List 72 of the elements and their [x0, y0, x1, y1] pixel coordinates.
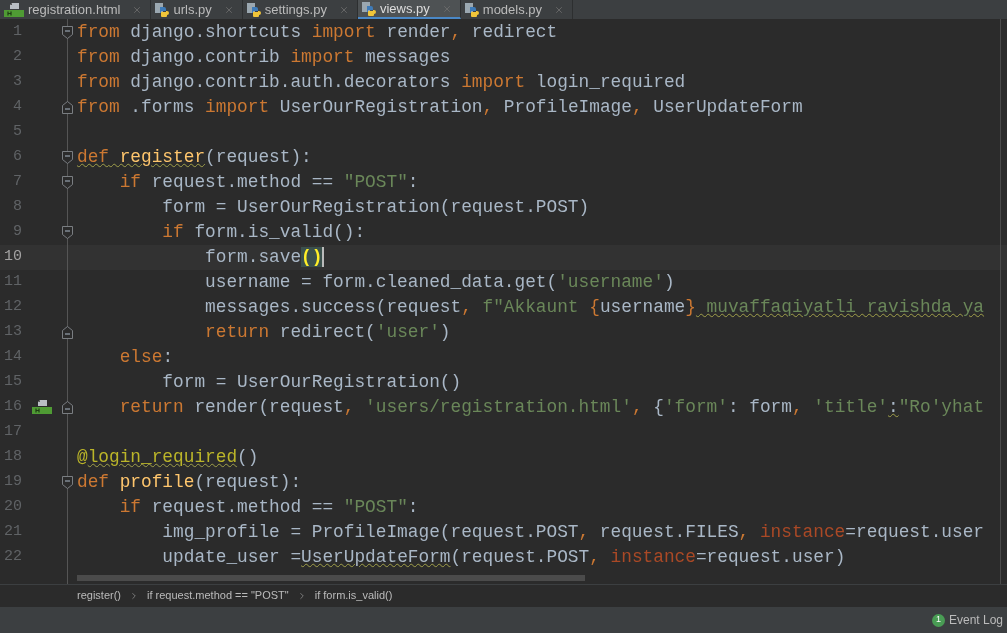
line-number: 13	[3, 321, 22, 342]
html-file-icon	[4, 2, 24, 17]
editor-tab[interactable]: urls.py	[151, 0, 243, 19]
fold-marker-icon[interactable]	[62, 25, 73, 39]
line-number: 3	[12, 71, 22, 92]
fold-marker-icon[interactable]	[62, 100, 73, 114]
python-file-icon	[361, 1, 376, 16]
code-line: @login_required()	[77, 445, 259, 469]
line-number: 10	[3, 246, 22, 267]
code-line: def register(request):	[77, 145, 312, 169]
code-line: update_user =UserUpdateForm(request.POST, instance=request.user)	[161, 545, 846, 569]
notification-count: 1	[931, 613, 945, 627]
line-number: 5	[12, 121, 22, 142]
code-line: else:	[118, 345, 174, 369]
line-number: 11	[3, 271, 22, 292]
close-icon[interactable]	[338, 4, 349, 15]
line-number: 20	[3, 496, 22, 517]
editor-tab[interactable]: views.py	[357, 0, 461, 19]
line-number: 22	[3, 546, 22, 567]
line-number: 1	[12, 21, 22, 42]
code-line: if request.method == "POST":	[118, 495, 419, 519]
line-number: 14	[3, 346, 22, 367]
line-number: 7	[12, 171, 22, 192]
code-line: messages.success(request, f"Akkaunt {username} muvaffaqiyatli ravishda ya	[204, 295, 985, 319]
python-file-icon	[464, 2, 479, 17]
event-log-button[interactable]: 1 Event Log	[931, 611, 1003, 629]
line-number: 12	[3, 296, 22, 317]
code-line: if request.method == "POST":	[118, 170, 419, 194]
code-line: form = UserOurRegistration(request.POST)	[161, 195, 590, 219]
fold-marker-icon[interactable]	[62, 475, 73, 489]
close-icon[interactable]	[554, 4, 565, 15]
fold-marker-icon[interactable]	[62, 150, 73, 164]
code-line: from .forms import UserOurRegistration, ProfileImage, UserUpdateForm	[77, 95, 803, 119]
close-icon[interactable]	[223, 4, 234, 15]
line-number: 16	[3, 396, 22, 417]
close-icon[interactable]	[132, 4, 143, 15]
line-number: 21	[3, 521, 22, 542]
fold-marker-icon[interactable]	[62, 325, 73, 339]
line-number: 8	[12, 196, 22, 217]
python-file-icon	[155, 2, 170, 17]
breadcrumb[interactable]: if request.method == "POST"	[147, 587, 289, 604]
fold-marker-icon[interactable]	[62, 400, 73, 414]
chevron-icon	[129, 590, 139, 601]
line-number: 6	[12, 146, 22, 167]
code-line: from django.shortcuts import render, redirect	[77, 20, 558, 44]
line-number: 19	[3, 471, 22, 492]
horizontal-scrollbar[interactable]	[77, 575, 585, 581]
code-line: return redirect('user')	[204, 320, 451, 344]
editor-tab[interactable]: settings.py	[242, 0, 358, 19]
fold-marker-icon[interactable]	[62, 175, 73, 189]
code-line: return render(request, 'users/registration.html', {'form': form, 'title':"Ro'yhat	[118, 395, 985, 419]
code-line: from django.contrib import messages	[77, 45, 451, 69]
line-number: 9	[12, 221, 22, 242]
python-file-icon	[246, 2, 261, 17]
code-line: def profile(request):	[77, 470, 302, 494]
line-number: 15	[3, 371, 22, 392]
line-number: 18	[3, 446, 22, 467]
line-number: 2	[12, 46, 22, 67]
line-number: 4	[12, 96, 22, 117]
editor-tab[interactable]: registration.html	[0, 0, 152, 19]
html-template-icon	[32, 400, 52, 414]
code-line: form = UserOurRegistration()	[161, 370, 462, 394]
code-line: from django.contrib.auth.decorators import login_required	[77, 70, 686, 94]
code-line: username = form.cleaned_data.get('username')	[204, 270, 675, 294]
breadcrumb[interactable]: if form.is_valid()	[314, 587, 393, 604]
code-line: form.save()	[204, 245, 325, 269]
fold-marker-icon[interactable]	[62, 225, 73, 239]
code-line: if form.is_valid():	[161, 220, 366, 244]
code-line: img_profile = ProfileImage(request.POST, request.FILES, instance=request.user	[161, 520, 984, 544]
editor-tab[interactable]: models.py	[460, 0, 574, 19]
line-number: 17	[3, 421, 22, 442]
breadcrumb[interactable]: register()	[77, 587, 121, 604]
